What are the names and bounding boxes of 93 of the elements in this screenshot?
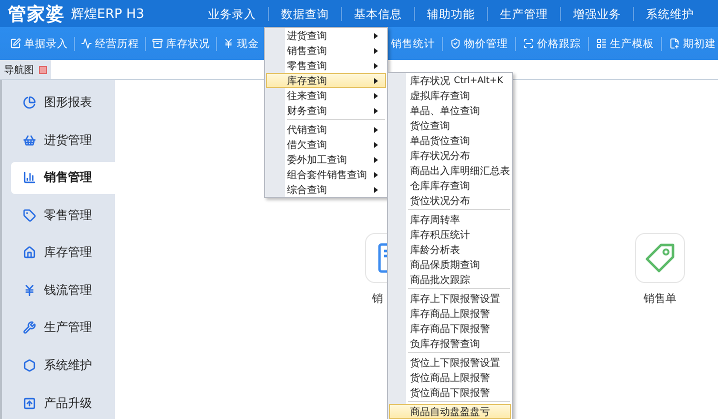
arrow-icon — [374, 172, 378, 178]
menu-bar-item[interactable]: 增强业务 — [560, 6, 633, 20]
basket-icon — [23, 134, 36, 147]
menu-bar-item[interactable]: 数据查询 — [268, 6, 341, 20]
arrow-icon — [374, 142, 378, 148]
sidebar-item[interactable]: 图形报表 — [11, 86, 115, 119]
logo-product: 辉煌ERP H3 — [71, 6, 144, 22]
menu-item[interactable]: 组合套件销售查询 — [266, 167, 386, 182]
toolbar-button[interactable]: 单据录入 — [4, 36, 74, 50]
toolbar-button[interactable]: 价格跟踪 — [515, 36, 588, 50]
list-icon — [596, 38, 607, 49]
sidebar-item[interactable]: 产品升级 — [11, 387, 115, 419]
menu-item[interactable]: 库存查询 — [266, 73, 386, 88]
sidebar-item[interactable]: 进货管理 — [11, 124, 115, 156]
sidebar-item[interactable]: 库存管理 — [11, 236, 115, 269]
arrow-icon — [374, 92, 378, 98]
close-icon[interactable] — [39, 66, 47, 74]
menu-item[interactable]: 库存状况分布 — [389, 148, 511, 163]
app-tile[interactable] — [635, 233, 685, 283]
sidebar-item[interactable]: 销售管理 — [11, 162, 115, 194]
menu-item[interactable]: 仓库库存查询 — [389, 178, 511, 193]
pen-square-icon — [10, 38, 21, 49]
menu-item[interactable]: 虚拟库存查询 — [389, 88, 511, 103]
toolbar-button[interactable]: 生产模板 — [588, 36, 661, 50]
menu-item[interactable]: 综合查询 — [266, 182, 386, 197]
menu-item[interactable]: 库存周转率 — [389, 212, 511, 227]
tab[interactable]: 导航图 — [0, 60, 51, 79]
menu-item[interactable]: 销售查询 — [266, 43, 386, 58]
sidebar-item[interactable]: 钱流管理 — [11, 274, 115, 306]
toolbar-button[interactable]: 销售统计 — [389, 36, 442, 50]
sidebar-item[interactable]: 零售管理 — [11, 199, 115, 232]
arrow-icon — [374, 156, 378, 162]
menu-item[interactable]: 货位上下限报警设置 — [389, 355, 511, 370]
yen-icon — [223, 38, 234, 49]
menu-bar-item[interactable]: 基本信息 — [341, 6, 414, 20]
arrow-icon — [374, 62, 378, 68]
hexagon-icon — [23, 358, 36, 372]
arrow-icon — [374, 48, 378, 54]
toolbar-button[interactable]: 物价管理 — [442, 36, 515, 50]
box-icon — [152, 38, 163, 49]
menu-item[interactable]: 货位查询 — [389, 118, 511, 133]
menu-item[interactable]: 单品、单位查询 — [389, 103, 511, 118]
menu-item[interactable]: 负库存报警查询 — [389, 336, 511, 351]
scan-icon — [523, 38, 534, 49]
menu-item[interactable]: 借欠查询 — [266, 137, 386, 152]
toolbar-button[interactable]: 库存状况 — [145, 36, 216, 50]
yen-icon — [23, 284, 36, 297]
menu-item[interactable]: 库存商品下限报警 — [389, 321, 511, 336]
logo-brand: 管家婆 — [8, 2, 65, 26]
tag-icon — [644, 242, 676, 274]
toolbar-button[interactable]: 经营历程 — [74, 36, 145, 50]
house-icon — [23, 246, 36, 260]
menu-item[interactable]: 代销查询 — [266, 122, 386, 137]
arrow-icon — [374, 186, 378, 192]
menu-bar-item[interactable]: 系统维护 — [633, 6, 706, 20]
menu-item[interactable]: 库存上下限报警设置 — [389, 291, 511, 306]
arrow-icon — [374, 126, 378, 132]
menu-item[interactable]: 单品货位查询 — [389, 133, 511, 148]
menu-bar-item[interactable]: 业务录入 — [196, 6, 268, 20]
menu-item[interactable]: 库存状况 Ctrl+Alt+K — [389, 73, 511, 88]
arrow-icon — [374, 108, 378, 114]
menu-item[interactable]: 货位商品上限报警 — [389, 370, 511, 385]
arrow-icon — [374, 32, 378, 38]
menu-item[interactable]: 商品批次跟踪 — [389, 272, 511, 287]
tile-label: 销 — [371, 291, 383, 306]
bar-chart-icon — [23, 171, 36, 184]
menu-item[interactable]: 零售查询 — [266, 58, 386, 73]
file-plus-icon — [669, 38, 680, 49]
sidebar-item[interactable]: 生产管理 — [11, 312, 115, 344]
tile-label: 销售单 — [644, 291, 676, 306]
shield-icon — [450, 38, 461, 49]
menu-item[interactable]: 商品自动盘盈盘亏 — [389, 404, 511, 419]
sidebar-item[interactable]: 系统维护 — [11, 349, 115, 382]
menu-item[interactable]: 商品保质期查询 — [389, 257, 511, 272]
wrench-icon — [23, 321, 36, 334]
tag-icon — [23, 208, 36, 222]
arrow-icon — [374, 78, 378, 84]
menu-item[interactable]: 财务查询 — [266, 103, 386, 118]
menu-item[interactable]: 库龄分析表 — [389, 242, 511, 257]
menu-item[interactable]: 进货查询 — [266, 28, 386, 43]
menu-item[interactable]: 货位商品下限报警 — [389, 385, 511, 400]
upload-icon — [23, 396, 36, 410]
menu-bar-item[interactable]: 生产管理 — [487, 6, 560, 20]
pie-chart-icon — [23, 96, 36, 110]
menu-item[interactable]: 货位状况分布 — [389, 193, 511, 208]
menu-bar-item[interactable]: 辅助功能 — [414, 6, 487, 20]
menu-item[interactable]: 委外加工查询 — [266, 152, 386, 167]
menu-item[interactable]: 库存商品上限报警 — [389, 306, 511, 321]
shortcut-text: Ctrl+Alt+K — [454, 76, 503, 86]
menu-item[interactable]: 商品出入库明细汇总表 — [389, 163, 511, 178]
menu-item[interactable]: 往来查询 — [266, 88, 386, 103]
toolbar-button[interactable]: 期初建 — [661, 36, 718, 50]
menu-item[interactable]: 库存积压统计 — [389, 227, 511, 242]
